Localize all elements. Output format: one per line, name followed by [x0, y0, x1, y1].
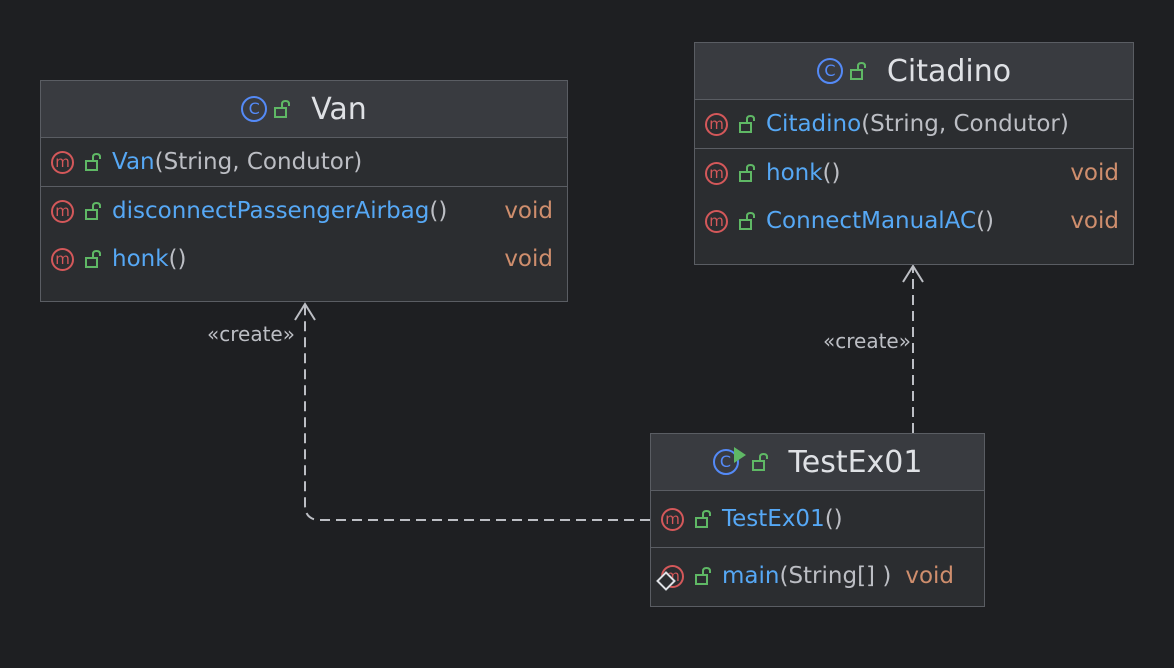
run-icon	[733, 447, 746, 463]
class-name-citadino: Citadino	[886, 53, 1012, 89]
method-row-connectmanualac[interactable]: m ConnectManualAC() void	[695, 197, 1133, 245]
method-name: honk	[112, 246, 169, 272]
method-return-type: void	[905, 563, 955, 589]
method-name: main	[722, 563, 780, 589]
class-name-van: Van	[311, 91, 367, 127]
method-icon: m	[51, 247, 74, 271]
method-icon: m	[705, 209, 728, 233]
constructor-params: ()	[824, 506, 843, 532]
create-edge-testex01-van[interactable]	[304, 306, 650, 521]
class-van-header[interactable]: C Van	[41, 81, 567, 138]
method-name: disconnectPassengerAirbag	[112, 198, 430, 224]
method-name: ConnectManualAC	[766, 208, 977, 234]
method-return-type: void	[504, 246, 553, 272]
method-icon: m	[51, 199, 74, 223]
public-lock-icon	[739, 114, 755, 133]
method-params: ()	[429, 198, 448, 224]
method-row-disconnectpassengerairbag[interactable]: m disconnectPassengerAirbag() void	[41, 187, 567, 235]
class-icon: C	[816, 58, 843, 84]
constructor-params: (String, Condutor)	[154, 149, 363, 175]
constructors-section: m Van (String, Condutor)	[41, 138, 567, 187]
methods-section: m main (String[] ) void	[651, 548, 984, 604]
method-return-type: void	[1070, 208, 1119, 234]
method-icon: m	[705, 112, 728, 136]
public-lock-icon	[695, 509, 711, 528]
class-citadino[interactable]: C Citadino m Citadino (String, Condutor) …	[694, 42, 1134, 265]
public-lock-icon	[739, 211, 755, 230]
constructors-section: m Citadino (String, Condutor)	[695, 100, 1133, 149]
method-return-type: void	[504, 198, 553, 224]
constructor-params: (String, Condutor)	[861, 111, 1069, 137]
method-params: (String[] )	[779, 563, 892, 589]
public-lock-icon	[849, 61, 866, 80]
method-row-honk[interactable]: m honk() void	[695, 149, 1133, 197]
class-testex01[interactable]: C TestEx01 m TestEx01() m main (String[] …	[650, 433, 985, 607]
class-citadino-header[interactable]: C Citadino	[695, 43, 1133, 100]
constructor-row-testex01[interactable]: m TestEx01()	[651, 491, 984, 547]
public-lock-icon	[85, 152, 101, 171]
method-params: ()	[168, 246, 187, 272]
public-lock-icon	[85, 249, 101, 268]
public-lock-icon	[739, 163, 755, 182]
class-van[interactable]: C Van m Van (String, Condutor) m disconne…	[40, 80, 568, 302]
public-lock-icon	[695, 566, 711, 585]
method-row-honk[interactable]: m honk() void	[41, 235, 567, 283]
method-params: ()	[976, 208, 995, 234]
create-label-van: «create»	[207, 322, 295, 346]
method-name: honk	[766, 160, 823, 186]
public-lock-icon	[85, 201, 101, 220]
constructor-name: Van	[112, 149, 155, 175]
public-lock-icon	[751, 452, 768, 471]
constructor-name: TestEx01	[722, 506, 825, 532]
method-params: ()	[822, 160, 841, 186]
class-name-testex01: TestEx01	[788, 444, 923, 480]
constructor-row-van[interactable]: m Van (String, Condutor)	[41, 138, 567, 186]
method-return-type: void	[1070, 160, 1119, 186]
method-icon: m	[661, 507, 684, 531]
create-label-citadino: «create»	[823, 329, 911, 353]
constructor-row-citadino[interactable]: m Citadino (String, Condutor)	[695, 100, 1133, 148]
public-lock-icon	[274, 99, 291, 118]
methods-section: m honk() void m ConnectManualAC() void	[695, 149, 1133, 245]
class-testex01-header[interactable]: C TestEx01	[651, 434, 984, 491]
method-icon: m	[51, 150, 74, 174]
method-icon: m	[705, 161, 728, 185]
constructor-name: Citadino	[766, 111, 862, 137]
method-row-main[interactable]: m main (String[] ) void	[651, 548, 984, 604]
methods-section: m disconnectPassengerAirbag() void m hon…	[41, 187, 567, 283]
constructors-section: m TestEx01()	[651, 491, 984, 548]
runnable-class-icon: C	[712, 447, 746, 475]
class-icon: C	[241, 96, 268, 122]
